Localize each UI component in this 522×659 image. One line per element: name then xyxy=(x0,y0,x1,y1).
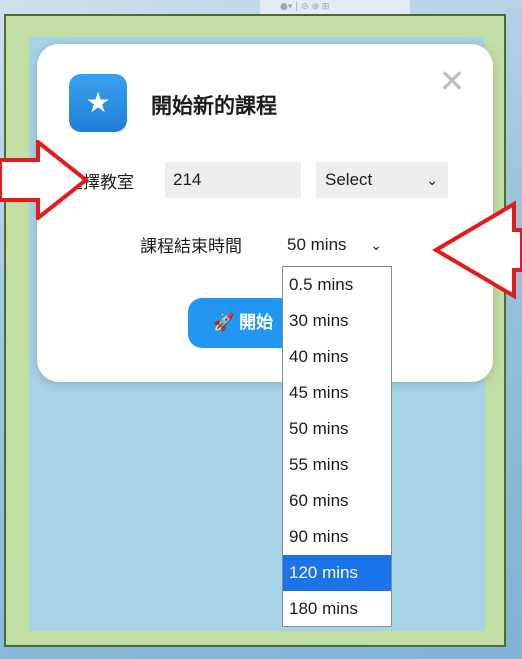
classroom-input[interactable] xyxy=(165,162,301,198)
dropdown-option[interactable]: 30 mins xyxy=(283,303,391,339)
endtime-dropdown-list: 0.5 mins 30 mins 40 mins 45 mins 50 mins… xyxy=(282,266,392,627)
chevron-down-icon: ⌄ xyxy=(426,172,438,188)
left-arrow-annotation xyxy=(0,140,90,220)
right-arrow-annotation xyxy=(432,200,522,300)
close-icon[interactable]: ✕ xyxy=(437,65,467,97)
rocket-icon: 🚀 xyxy=(213,313,235,333)
dropdown-option[interactable]: 90 mins xyxy=(283,519,391,555)
dialog-title: 開始新的課程 xyxy=(151,94,277,118)
star-icon: ★ xyxy=(69,74,127,132)
chevron-down-icon: ⌄ xyxy=(370,237,382,253)
endtime-select[interactable]: 50 mins ⌄ xyxy=(282,228,388,262)
endtime-label: 課程結束時間 xyxy=(140,237,242,257)
dropdown-option[interactable]: 40 mins xyxy=(283,339,391,375)
dropdown-option[interactable]: 45 mins xyxy=(283,375,391,411)
endtime-select-value: 50 mins xyxy=(287,235,347,254)
dropdown-option[interactable]: 55 mins xyxy=(283,447,391,483)
start-button-label: 開始 xyxy=(239,313,274,333)
background-toolbar: ●▾ | ⊘ ⊗ ⊞ xyxy=(260,0,410,14)
room-select-value: Select xyxy=(325,170,373,189)
dropdown-option[interactable]: 180 mins xyxy=(283,591,391,627)
dropdown-option-highlighted[interactable]: 120 mins xyxy=(283,555,391,591)
room-select[interactable]: Select ⌄ xyxy=(316,162,448,198)
dropdown-option[interactable]: 0.5 mins xyxy=(283,267,391,303)
dropdown-option[interactable]: 50 mins xyxy=(283,411,391,447)
dropdown-option[interactable]: 60 mins xyxy=(283,483,391,519)
